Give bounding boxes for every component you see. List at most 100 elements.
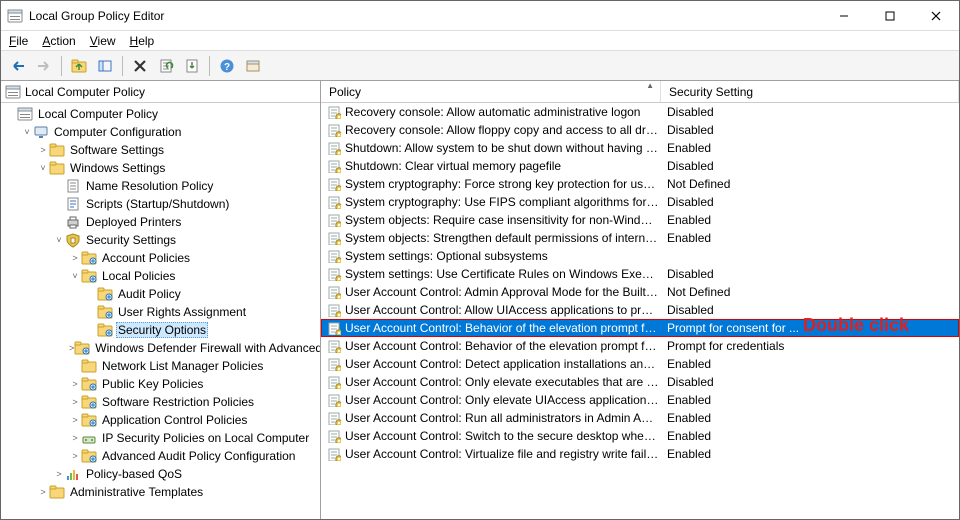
policy-row[interactable]: System settings: Optional subsystems bbox=[321, 247, 959, 265]
maximize-button[interactable] bbox=[867, 1, 913, 31]
policy-icon bbox=[327, 141, 341, 155]
tree-item[interactable]: ˅Local Policies bbox=[1, 267, 320, 285]
tree-item[interactable]: >IP Security Policies on Local Computer bbox=[1, 429, 320, 447]
show-hide-tree-button[interactable] bbox=[94, 55, 116, 77]
export-list-button[interactable] bbox=[181, 55, 203, 77]
policy-row[interactable]: User Account Control: Virtualize file an… bbox=[321, 445, 959, 463]
expand-icon[interactable]: > bbox=[69, 433, 81, 443]
console-tree-pane: Local Computer Policy Local Computer Pol… bbox=[1, 81, 321, 519]
tree-item[interactable]: >Account Policies bbox=[1, 249, 320, 267]
expand-icon[interactable]: > bbox=[53, 469, 65, 479]
collapse-icon[interactable]: ˅ bbox=[21, 127, 33, 137]
expand-icon[interactable]: > bbox=[69, 253, 81, 263]
tree-item[interactable]: >Windows Defender Firewall with Advanced… bbox=[1, 339, 320, 357]
forward-button[interactable] bbox=[33, 55, 55, 77]
tree-item[interactable]: > Software Restriction Policies bbox=[1, 393, 320, 411]
policy-icon bbox=[327, 159, 341, 173]
tree-item[interactable]: >Software Settings bbox=[1, 141, 320, 159]
policy-value: Prompt for credentials bbox=[659, 339, 959, 353]
delete-button[interactable] bbox=[129, 55, 151, 77]
tree-item[interactable]: ˅Security Settings bbox=[1, 231, 320, 249]
tree-item[interactable]: Deployed Printers bbox=[1, 213, 320, 231]
policy-row[interactable]: Recovery console: Allow floppy copy and … bbox=[321, 121, 959, 139]
policy-value: Enabled bbox=[659, 447, 959, 461]
help-button[interactable] bbox=[216, 55, 238, 77]
policy-row[interactable]: System cryptography: Use FIPS compliant … bbox=[321, 193, 959, 211]
expand-icon[interactable]: > bbox=[69, 415, 81, 425]
tree-item[interactable]: ˅Windows Settings bbox=[1, 159, 320, 177]
policy-name: User Account Control: Virtualize file an… bbox=[345, 447, 659, 461]
policy-name: Shutdown: Clear virtual memory pagefile bbox=[345, 159, 659, 173]
minimize-button[interactable] bbox=[821, 1, 867, 31]
policy-value: Enabled bbox=[659, 213, 959, 227]
policy-row[interactable]: User Account Control: Allow UIAccess app… bbox=[321, 301, 959, 319]
policy-row[interactable]: System settings: Use Certificate Rules o… bbox=[321, 265, 959, 283]
policy-value: Enabled bbox=[659, 429, 959, 443]
tree-item[interactable]: Security Options bbox=[1, 321, 320, 339]
policy-icon bbox=[327, 267, 341, 281]
menu-help[interactable]: Help bbox=[130, 34, 155, 48]
menu-action[interactable]: Action bbox=[42, 34, 75, 48]
tree-scroll[interactable]: Local Computer Policy˅Computer Configura… bbox=[1, 103, 320, 519]
policy-name: User Account Control: Detect application… bbox=[345, 357, 659, 371]
policy-row[interactable]: System objects: Require case insensitivi… bbox=[321, 211, 959, 229]
tree-item[interactable]: Scripts (Startup/Shutdown) bbox=[1, 195, 320, 213]
collapse-icon[interactable]: ˅ bbox=[69, 271, 81, 281]
title-bar: Local Group Policy Editor bbox=[1, 1, 959, 31]
expand-icon[interactable]: > bbox=[37, 145, 49, 155]
tree-item[interactable]: Name Resolution Policy bbox=[1, 177, 320, 195]
tree-item[interactable]: >Application Control Policies bbox=[1, 411, 320, 429]
tree-item[interactable]: >Public Key Policies bbox=[1, 375, 320, 393]
tree-item[interactable]: Audit Policy bbox=[1, 285, 320, 303]
policy-row[interactable]: User Account Control: Detect application… bbox=[321, 355, 959, 373]
tree-header: Local Computer Policy bbox=[1, 81, 320, 103]
tree-item[interactable]: ˅Computer Configuration bbox=[1, 123, 320, 141]
policy-row[interactable]: User Account Control: Behavior of the el… bbox=[321, 319, 959, 337]
tree-item[interactable]: >Policy-based QoS bbox=[1, 465, 320, 483]
policy-row[interactable]: User Account Control: Only elevate execu… bbox=[321, 373, 959, 391]
menu-view[interactable]: View bbox=[90, 34, 116, 48]
policy-row[interactable]: Recovery console: Allow automatic admini… bbox=[321, 103, 959, 121]
expand-icon[interactable]: > bbox=[37, 487, 49, 497]
policy-name: System settings: Optional subsystems bbox=[345, 249, 659, 263]
up-button[interactable] bbox=[68, 55, 90, 77]
tree-item-label: Software Restriction Policies bbox=[100, 395, 256, 409]
expand-icon[interactable]: > bbox=[69, 379, 81, 389]
menu-file[interactable]: File bbox=[9, 34, 28, 48]
column-security-setting[interactable]: Security Setting bbox=[661, 81, 959, 102]
tree-item[interactable]: User Rights Assignment bbox=[1, 303, 320, 321]
expand-icon[interactable]: > bbox=[69, 397, 81, 407]
policy-row[interactable]: User Account Control: Behavior of the el… bbox=[321, 337, 959, 355]
policy-icon bbox=[327, 195, 341, 209]
tree-item-label: Advanced Audit Policy Configuration bbox=[100, 449, 297, 463]
policy-icon bbox=[327, 105, 341, 119]
policy-row[interactable]: User Account Control: Run all administra… bbox=[321, 409, 959, 427]
folder-s-icon bbox=[97, 286, 113, 302]
policy-row[interactable]: User Account Control: Switch to the secu… bbox=[321, 427, 959, 445]
tree-item[interactable]: > Advanced Audit Policy Configuration bbox=[1, 447, 320, 465]
policy-value: Not Defined bbox=[659, 285, 959, 299]
collapse-icon[interactable]: ˅ bbox=[53, 235, 65, 245]
column-policy[interactable]: Policy ▲ bbox=[321, 81, 661, 102]
back-button[interactable] bbox=[7, 55, 29, 77]
policy-row[interactable]: User Account Control: Admin Approval Mod… bbox=[321, 283, 959, 301]
list-scroll[interactable]: Recovery console: Allow automatic admini… bbox=[321, 103, 959, 519]
collapse-icon[interactable]: ˅ bbox=[37, 163, 49, 173]
expand-icon[interactable]: > bbox=[69, 451, 81, 461]
policy-row[interactable]: Shutdown: Clear virtual memory pagefileD… bbox=[321, 157, 959, 175]
toolbar bbox=[1, 51, 959, 81]
tree-item[interactable]: Network List Manager Policies bbox=[1, 357, 320, 375]
printer-icon bbox=[65, 214, 81, 230]
tree-item[interactable]: >Administrative Templates bbox=[1, 483, 320, 501]
folder-s-icon bbox=[97, 322, 113, 338]
properties-button[interactable] bbox=[242, 55, 264, 77]
policy-name: Recovery console: Allow automatic admini… bbox=[345, 105, 659, 119]
close-button[interactable] bbox=[913, 1, 959, 31]
policy-name: Recovery console: Allow floppy copy and … bbox=[345, 123, 659, 137]
refresh-button[interactable] bbox=[155, 55, 177, 77]
policy-row[interactable]: System cryptography: Force strong key pr… bbox=[321, 175, 959, 193]
policy-row[interactable]: Shutdown: Allow system to be shut down w… bbox=[321, 139, 959, 157]
policy-row[interactable]: System objects: Strengthen default permi… bbox=[321, 229, 959, 247]
policy-row[interactable]: User Account Control: Only elevate UIAcc… bbox=[321, 391, 959, 409]
tree-item[interactable]: Local Computer Policy bbox=[1, 105, 320, 123]
